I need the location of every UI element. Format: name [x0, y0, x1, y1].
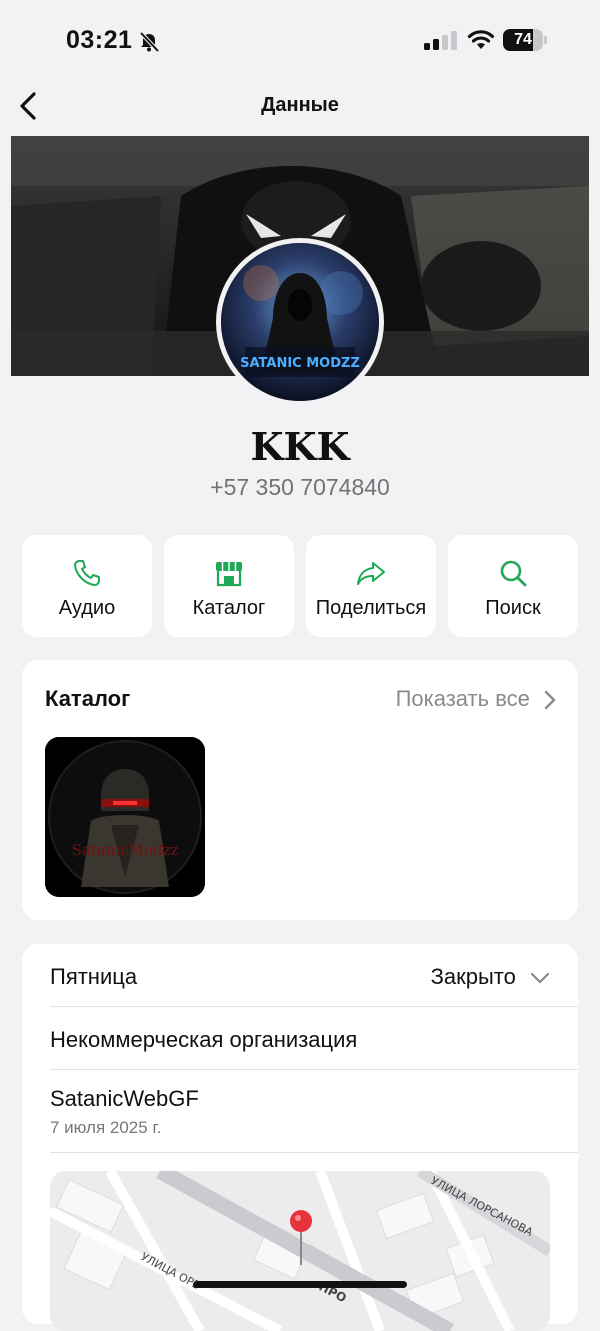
- hours-day: Пятница: [50, 964, 138, 989]
- home-indicator[interactable]: [193, 1281, 407, 1288]
- catalog-button[interactable]: Каталог: [164, 535, 294, 637]
- chevron-right-icon: [544, 690, 556, 710]
- location-map[interactable]: УЛИЦА ЛОРСАНОВА УЛИЦА ОРЗ ПРО: [50, 1171, 550, 1331]
- search-button[interactable]: Поиск: [448, 535, 578, 637]
- share-button[interactable]: Поделиться: [306, 535, 436, 637]
- phone-icon: [74, 560, 100, 586]
- profile-name: KKK: [250, 424, 350, 469]
- status-bar: 03:21 74: [0, 0, 600, 80]
- category-row: Некоммерческая организация: [50, 1007, 578, 1070]
- page-title: Данные: [261, 94, 339, 116]
- website-name: SatanicWebGF: [50, 1086, 199, 1111]
- business-category: Некоммерческая организация: [50, 1027, 358, 1052]
- avatar-text: SATANIC MODZZ: [240, 356, 360, 371]
- show-all-link[interactable]: Показать все: [396, 686, 556, 712]
- chevron-down-icon: [530, 973, 550, 984]
- battery-level: 74: [514, 31, 532, 48]
- search-icon: [500, 560, 527, 587]
- website-date: 7 июля 2025 г.: [50, 1118, 162, 1137]
- status-time: 03:21: [66, 26, 133, 54]
- hours-row[interactable]: Пятница Закрыто: [50, 944, 578, 1007]
- wifi-icon: [467, 30, 495, 49]
- audio-call-button[interactable]: Аудио: [22, 535, 152, 637]
- hours-status[interactable]: Закрыто: [431, 964, 550, 990]
- bell-muted-icon: [139, 31, 160, 53]
- share-icon: [357, 562, 385, 585]
- business-info-section: Пятница Закрыто Некоммерческая организац…: [22, 944, 578, 1331]
- hours-status-label: Закрыто: [430, 964, 516, 989]
- nav-bar: Данные: [0, 80, 600, 132]
- cellular-signal-icon: [424, 31, 457, 50]
- action-label: Поделиться: [315, 597, 427, 619]
- profile-phone[interactable]: +57 350 7074840: [0, 474, 600, 501]
- action-label: Каталог: [192, 597, 266, 619]
- storefront-icon: [216, 562, 242, 587]
- action-label: Аудио: [58, 597, 116, 619]
- catalog-section: Каталог Показать все SatanicModzz: [22, 660, 578, 920]
- battery-indicator: 74: [503, 29, 547, 51]
- action-label: Поиск: [485, 597, 541, 619]
- show-all-label: Показать все: [395, 686, 530, 711]
- avatar[interactable]: SATANIC MODZZ: [216, 238, 384, 406]
- catalog-title: Каталог: [45, 686, 131, 711]
- website-row[interactable]: SatanicWebGF 7 июля 2025 г.: [50, 1070, 578, 1153]
- catalog-item-text: SatanicModzz: [72, 841, 179, 859]
- catalog-item[interactable]: SatanicModzz: [45, 737, 205, 897]
